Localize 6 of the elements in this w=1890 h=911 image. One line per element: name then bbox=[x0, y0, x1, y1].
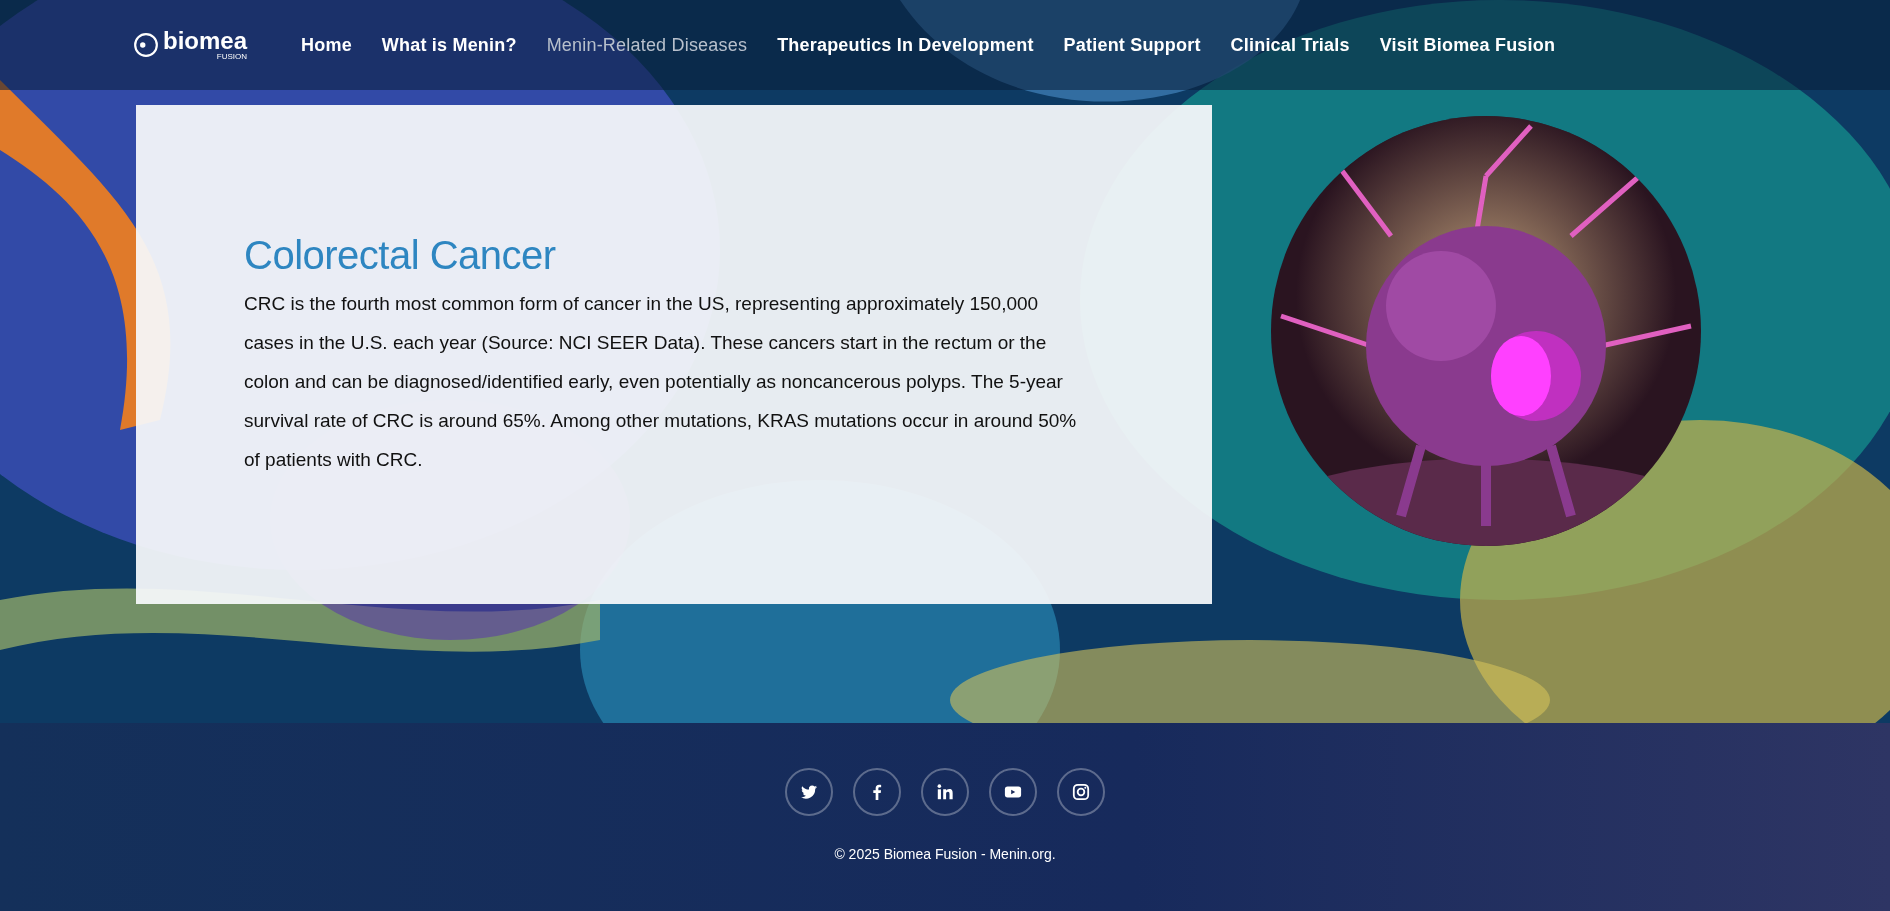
play-icon[interactable] bbox=[989, 768, 1037, 816]
facebook-icon[interactable] bbox=[853, 768, 901, 816]
bird-icon[interactable] bbox=[785, 768, 833, 816]
copyright-text: © 2025 Biomea Fusion - Menin.org. bbox=[834, 846, 1056, 862]
linkedin-icon[interactable] bbox=[921, 768, 969, 816]
camera-icon[interactable] bbox=[1057, 768, 1105, 816]
